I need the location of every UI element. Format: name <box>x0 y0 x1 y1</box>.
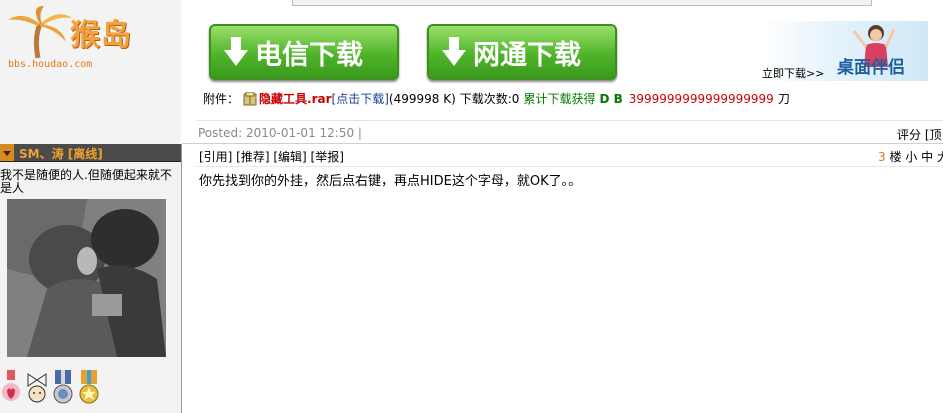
medal-bow-icon <box>27 373 47 403</box>
floor-indicator: 3 楼 小 中 大 <box>878 148 943 165</box>
ad-title: 桌面伴侣 <box>837 58 905 77</box>
floor-number: 3 <box>878 150 886 164</box>
attachment-line: 附件： 隐藏工具.rar [点击下载] (499998 K) 下载次数:0 累计… <box>203 90 790 107</box>
ad-download-link[interactable]: 立即下载>> <box>762 65 824 81</box>
medal-star-icon <box>79 370 99 404</box>
site-logo[interactable]: 猴岛 bbs.houdao.com <box>4 4 156 72</box>
logo-url: bbs.houdao.com <box>8 59 93 70</box>
attachment-download-link[interactable]: [点击下载] <box>332 90 389 107</box>
attachment-filename[interactable]: 隐藏工具.rar <box>259 90 332 107</box>
attachment-size: (499998 K) <box>388 91 456 106</box>
telecom-download-label: 电信下载 <box>255 39 363 70</box>
font-size-options[interactable]: 楼 小 中 大 <box>889 150 943 164</box>
attachment-label: 附件： <box>203 92 240 106</box>
telecom-download-button[interactable]: 电信下载 <box>209 24 399 80</box>
logo-text: 猴岛 <box>70 19 132 52</box>
post-actions[interactable]: [引用] [推荐] [编辑] [举报] <box>199 148 344 165</box>
post-timestamp: Posted: 2010-01-01 12:50 | <box>198 126 362 140</box>
divider <box>182 143 943 144</box>
earn-amount: 3999999999999999999 <box>628 91 774 106</box>
netcom-download-label: 网通下载 <box>473 39 581 70</box>
post-content: 你先找到你的外挂，然后点右键，再点HIDE这个字母，就OK了。。 <box>199 174 582 189</box>
expand-arrow-icon[interactable] <box>0 144 14 161</box>
currency-label: D B <box>599 91 623 106</box>
user-header-bar: SM、涛 [离线] <box>0 144 181 162</box>
top-frame-edge <box>292 0 872 6</box>
download-count: 下载次数:0 <box>459 92 520 106</box>
medal-ribbon-icon <box>53 370 73 404</box>
archive-file-icon <box>243 91 257 105</box>
download-arrow-icon <box>442 37 466 66</box>
medal-row <box>0 370 100 408</box>
divider <box>196 120 943 121</box>
palm-tree-icon <box>8 6 72 59</box>
netcom-download-button[interactable]: 网通下载 <box>427 24 617 80</box>
avatar <box>7 199 166 357</box>
rate-link[interactable]: 评分 [顶 <box>897 126 942 143</box>
divider <box>196 166 943 167</box>
desktop-companion-ad[interactable]: 桌面伴侣 立即下载>> <box>762 21 928 81</box>
download-arrow-icon <box>224 37 248 66</box>
username[interactable]: SM、涛 [离线] <box>19 145 103 162</box>
user-signature: 我不是随便的人.但随便起来就不是人 <box>0 168 172 195</box>
earn-label: 累计下载获得 <box>523 92 596 106</box>
medal-heart-icon <box>2 370 20 401</box>
column-divider <box>181 144 182 413</box>
earn-unit: 刀 <box>777 92 790 106</box>
